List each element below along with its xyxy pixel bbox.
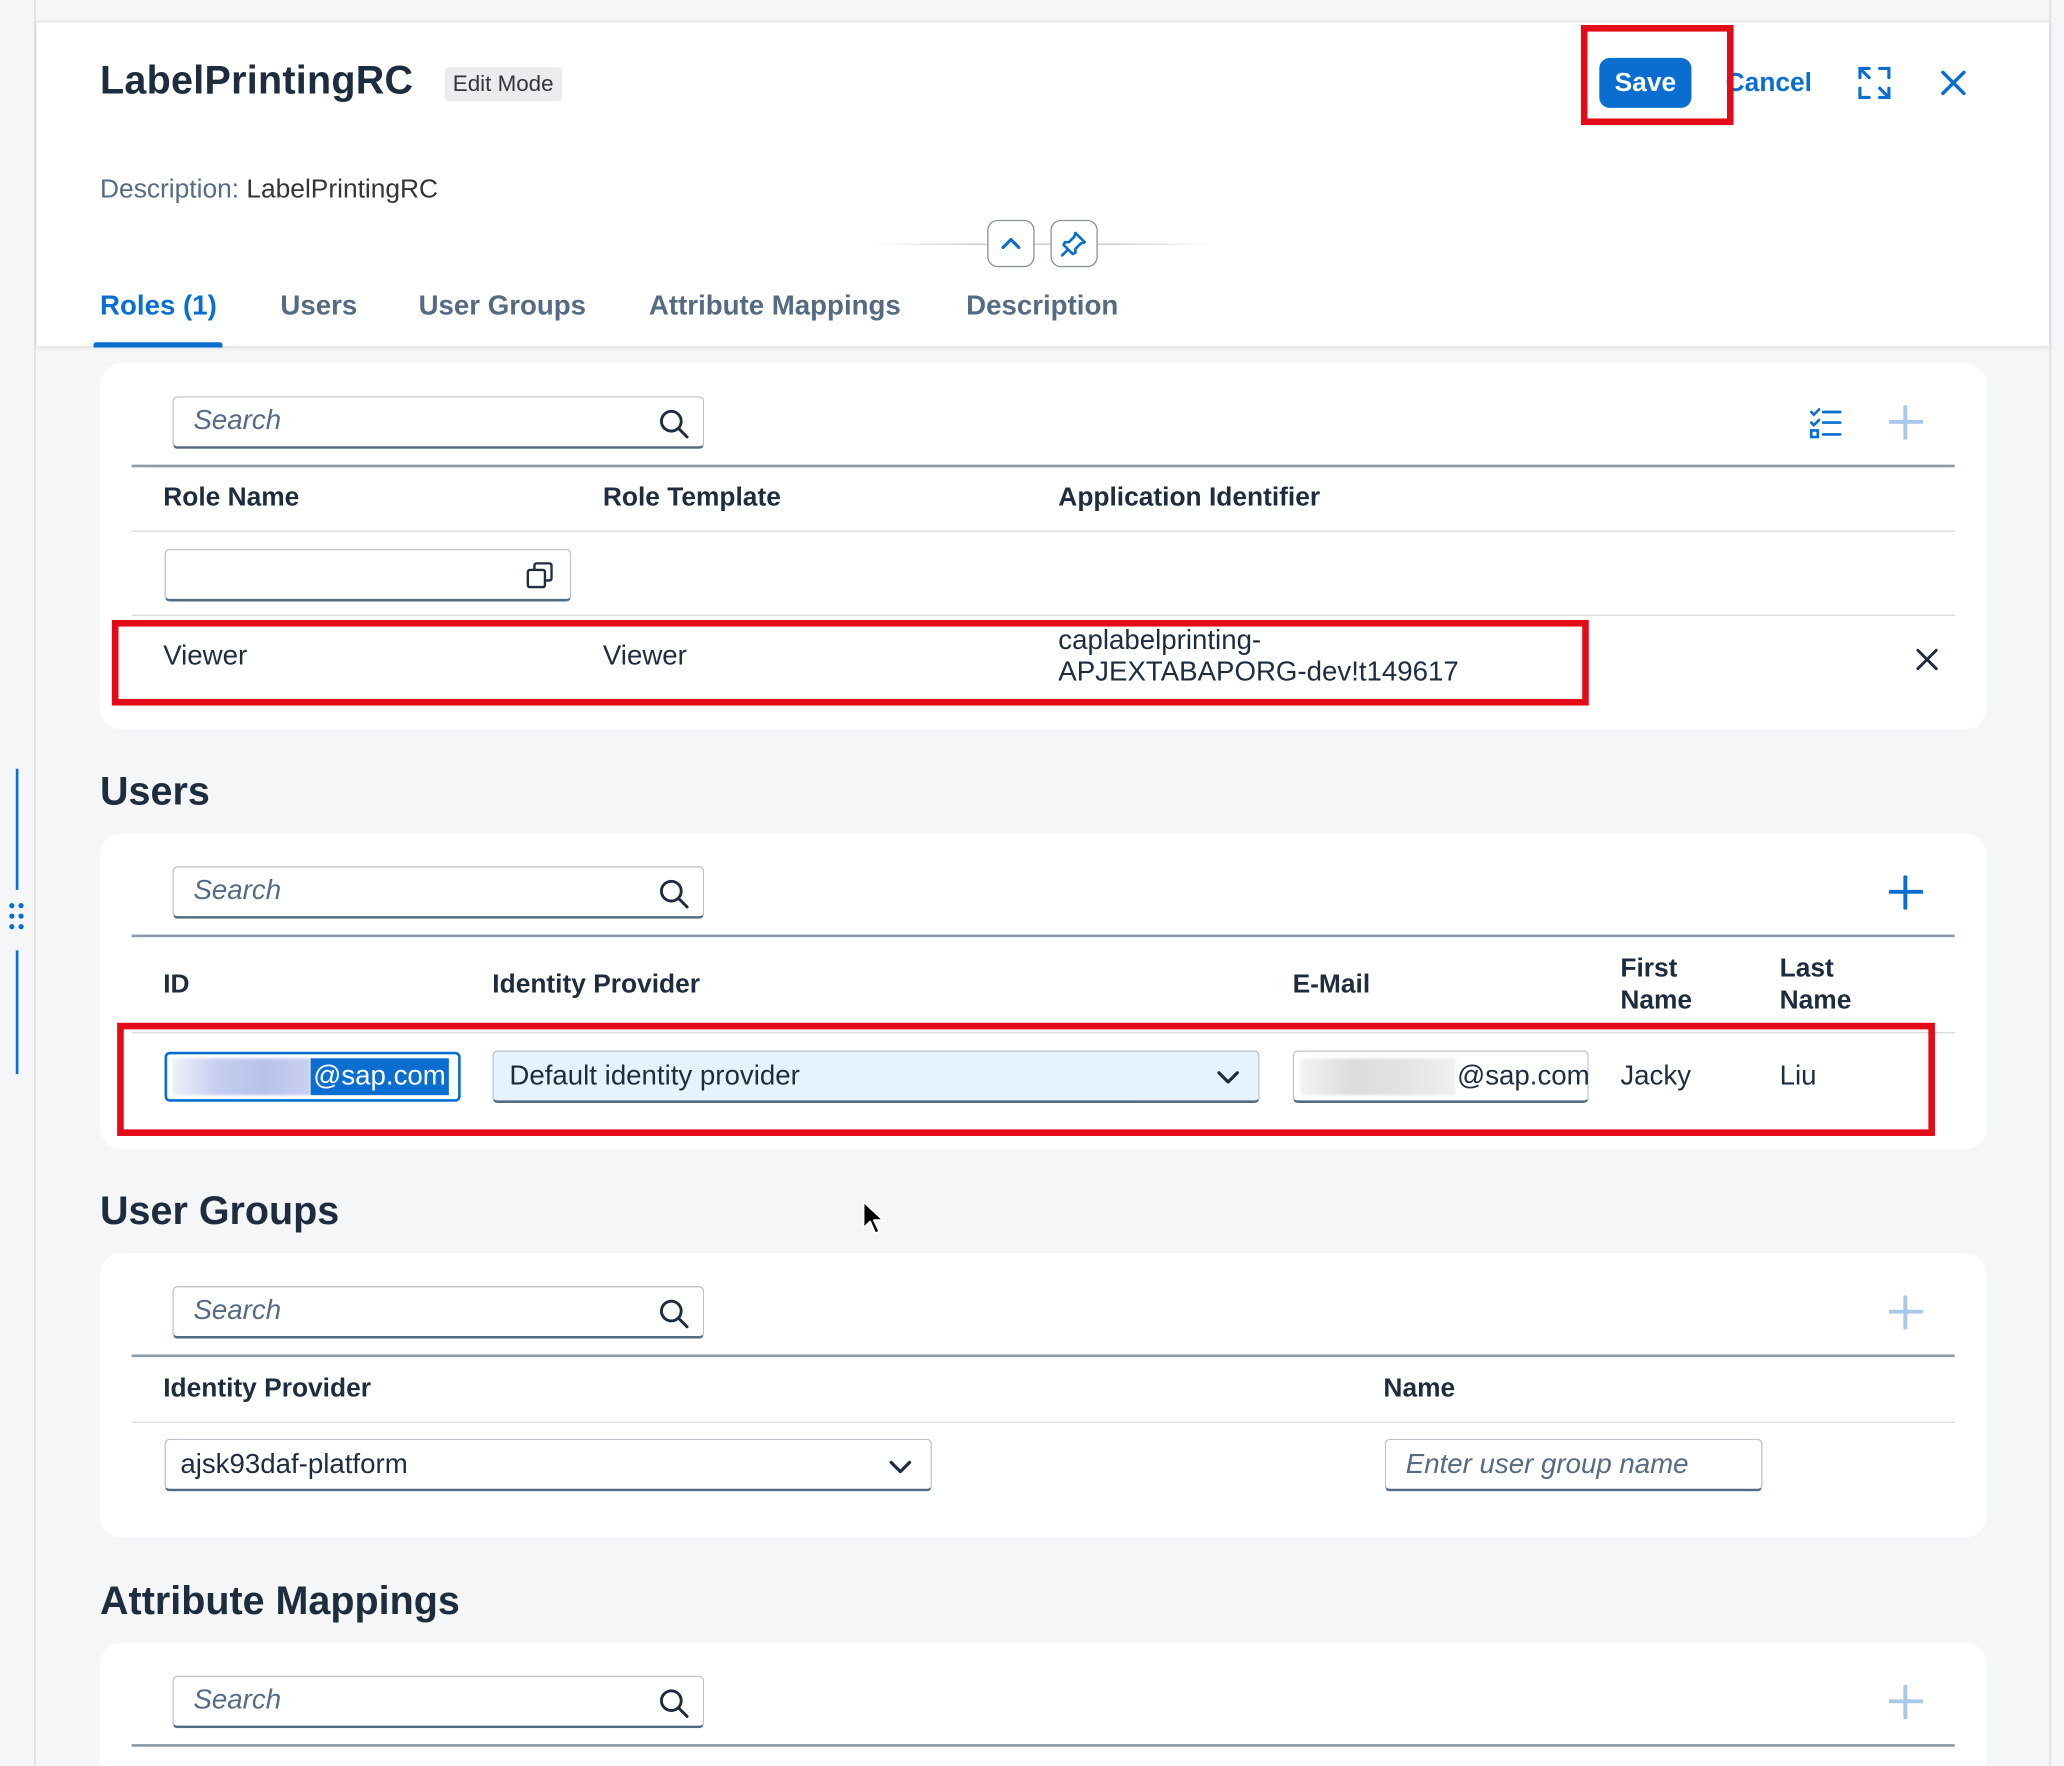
- page-title: LabelPrintingRC: [100, 59, 414, 103]
- tab-user-groups[interactable]: User Groups: [419, 288, 586, 325]
- user-id-selected-text: @sap.com: [310, 1058, 449, 1096]
- header-line: Name: [1779, 985, 1852, 1015]
- header-line: Name: [1620, 985, 1693, 1015]
- table-divider: [131, 1744, 1955, 1747]
- left-splitter[interactable]: [0, 0, 36, 1766]
- redacted-region: [1300, 1058, 1456, 1096]
- user-groups-search-input[interactable]: Search: [172, 1286, 705, 1339]
- splitter-line: [15, 768, 19, 890]
- chevron-down-icon: [1217, 1071, 1239, 1084]
- last-name-cell: Liu: [1779, 1060, 1817, 1092]
- user-email-value: @sap.com: [1457, 1060, 1590, 1092]
- attribute-mappings-search-input[interactable]: Search: [172, 1675, 705, 1729]
- description-label: Description:: [100, 175, 240, 205]
- col-identity-provider: Identity Provider: [163, 1374, 371, 1404]
- user-group-idp-value: ajsk93daf-platform: [180, 1449, 408, 1480]
- chevron-down-icon: [889, 1460, 912, 1474]
- col-email: E-Mail: [1292, 970, 1371, 1000]
- attribute-mappings-section-title: Attribute Mappings: [100, 1579, 460, 1623]
- role-template-cell: Viewer: [602, 641, 687, 672]
- identity-provider-value: Default identity provider: [509, 1060, 800, 1092]
- description-line: Description: LabelPrintingRC: [100, 175, 438, 205]
- user-groups-section-title: User Groups: [100, 1189, 340, 1234]
- tab-users[interactable]: Users: [280, 288, 357, 325]
- select-list-icon[interactable]: [1802, 399, 1849, 446]
- search-placeholder: Search: [193, 405, 282, 436]
- table-divider: [131, 934, 1955, 938]
- remove-role-icon[interactable]: [1903, 636, 1950, 683]
- object-header: LabelPrintingRC Edit Mode Save Cancel De…: [36, 21, 2050, 348]
- collapse-header-button[interactable]: [987, 219, 1035, 268]
- search-icon: [659, 879, 689, 909]
- application-identifier-cell: caplabelprinting- APJEXTABAPORG-dev!t149…: [1058, 625, 1459, 688]
- tab-attribute-mappings[interactable]: Attribute Mappings: [649, 288, 901, 325]
- user-groups-card: Search Identity Provider Name ajsk93daf-…: [100, 1253, 1987, 1538]
- user-group-name-input[interactable]: Enter user group name: [1384, 1438, 1763, 1492]
- identity-provider-select[interactable]: Default identity provider: [492, 1050, 1260, 1104]
- user-id-input[interactable]: @sap.com: [164, 1051, 461, 1102]
- search-icon: [659, 1689, 689, 1718]
- col-first-name: First Name: [1620, 953, 1692, 1016]
- active-tab-indicator: [93, 342, 223, 348]
- add-role-icon[interactable]: [1886, 403, 1925, 442]
- table-divider: [131, 464, 1955, 468]
- search-placeholder: Search: [193, 1295, 282, 1326]
- users-card: Search ID Identity Provider E-Mail First…: [100, 833, 1987, 1150]
- users-section-title: Users: [100, 770, 210, 814]
- search-placeholder: Search: [193, 1684, 282, 1716]
- table-divider: [131, 1354, 1955, 1358]
- roles-search-input[interactable]: Search: [172, 396, 705, 449]
- search-icon: [659, 1299, 689, 1329]
- user-group-identity-provider-select[interactable]: ajsk93daf-platform: [164, 1438, 932, 1492]
- close-icon[interactable]: [1930, 59, 1977, 106]
- col-application-identifier: Application Identifier: [1058, 483, 1321, 513]
- col-id: ID: [163, 970, 190, 1000]
- search-placeholder: Search: [193, 875, 282, 906]
- add-attribute-mapping-icon[interactable]: [1886, 1682, 1925, 1721]
- attribute-mappings-card: Search: [100, 1642, 1987, 1766]
- col-identity-provider: Identity Provider: [492, 970, 701, 1000]
- splitter-grip-icon[interactable]: [8, 902, 26, 936]
- splitter-line: [15, 950, 19, 1075]
- chevron-up-icon: [1001, 237, 1021, 250]
- users-search-input[interactable]: Search: [172, 866, 705, 919]
- pin-icon: [1060, 231, 1086, 257]
- app-root: LabelPrintingRC Edit Mode Save Cancel De…: [0, 0, 2064, 1766]
- right-scroll-area: [2049, 0, 2064, 1766]
- add-user-group-icon[interactable]: [1886, 1293, 1925, 1332]
- table-divider: [131, 614, 1955, 617]
- cancel-button[interactable]: Cancel: [1726, 66, 1812, 100]
- role-value-help-input[interactable]: [164, 548, 572, 602]
- tab-description[interactable]: Description: [966, 288, 1118, 325]
- search-icon: [659, 409, 689, 439]
- user-group-name-placeholder: Enter user group name: [1405, 1449, 1689, 1480]
- app-id-line: caplabelprinting-: [1058, 625, 1262, 656]
- description-value: LabelPrintingRC: [246, 175, 439, 205]
- table-divider: [131, 1031, 1955, 1034]
- col-role-template: Role Template: [602, 483, 781, 513]
- app-id-line: APJEXTABAPORG-dev!t149617: [1058, 656, 1459, 688]
- tab-roles[interactable]: Roles (1): [100, 288, 217, 325]
- pin-header-button[interactable]: [1050, 219, 1098, 268]
- fullscreen-icon[interactable]: [1851, 59, 1898, 106]
- add-user-icon[interactable]: [1886, 873, 1925, 912]
- roles-card: Search Role Name Role Template Applicati…: [100, 363, 1987, 730]
- col-last-name: Last Name: [1780, 953, 1852, 1016]
- save-button[interactable]: Save: [1599, 57, 1692, 108]
- role-name-cell: Viewer: [163, 641, 248, 672]
- value-help-icon: [526, 562, 553, 589]
- col-name: Name: [1383, 1374, 1456, 1404]
- redacted-region: [172, 1058, 311, 1096]
- header-line: First: [1620, 954, 1678, 984]
- user-email-input[interactable]: @sap.com: [1292, 1050, 1590, 1104]
- table-divider: [131, 1421, 1955, 1423]
- table-divider: [131, 530, 1955, 532]
- first-name-cell: Jacky: [1620, 1060, 1692, 1092]
- mouse-cursor-icon: [862, 1200, 885, 1235]
- col-role-name: Role Name: [163, 483, 300, 513]
- header-line: Last: [1779, 954, 1834, 984]
- header-divider: [872, 243, 1215, 245]
- edit-mode-badge: Edit Mode: [444, 67, 562, 102]
